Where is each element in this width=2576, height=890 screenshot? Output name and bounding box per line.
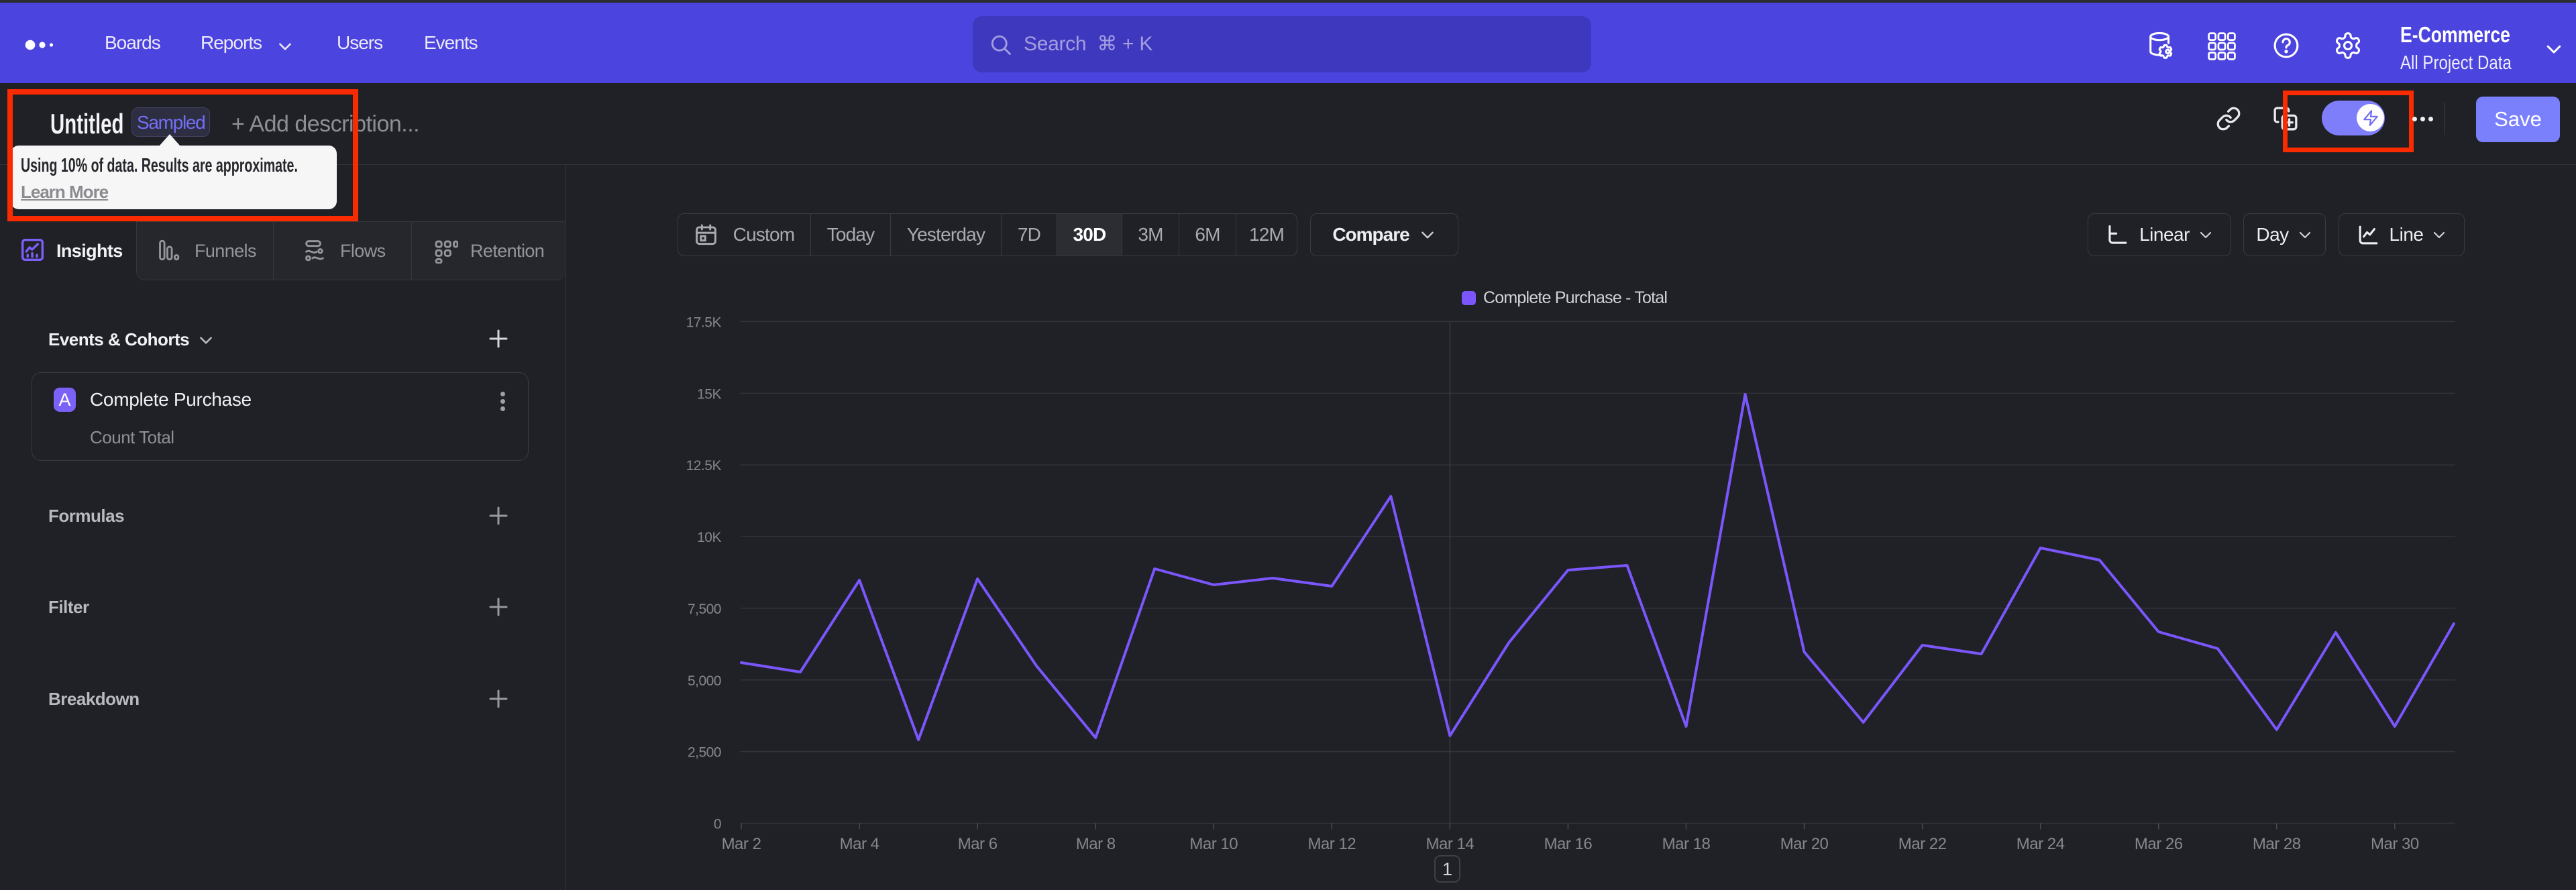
svg-text:7,500: 7,500 [688,602,721,617]
svg-text:Mar 28: Mar 28 [2253,835,2301,853]
svg-text:Mar 4: Mar 4 [840,835,879,853]
svg-text:Mar 30: Mar 30 [2371,835,2419,853]
svg-text:Mar 14: Mar 14 [1426,835,1474,853]
svg-text:0: 0 [714,817,721,832]
svg-text:Mar 18: Mar 18 [1662,835,1711,853]
svg-text:Mar 22: Mar 22 [1898,835,1947,853]
svg-text:Mar 10: Mar 10 [1189,835,1238,853]
svg-text:Mar 24: Mar 24 [2017,835,2065,853]
svg-text:Mar 26: Mar 26 [2135,835,2183,853]
svg-text:Mar 8: Mar 8 [1076,835,1116,853]
svg-text:5,000: 5,000 [688,673,721,689]
svg-text:Mar 12: Mar 12 [1307,835,1356,853]
svg-text:2,500: 2,500 [688,745,721,761]
svg-text:Mar 6: Mar 6 [958,835,998,853]
svg-text:10K: 10K [697,530,721,545]
svg-text:Mar 2: Mar 2 [722,835,761,853]
svg-text:17.5K: 17.5K [686,315,722,331]
svg-text:Mar 20: Mar 20 [1780,835,1829,853]
svg-text:15K: 15K [697,386,721,402]
svg-text:12.5K: 12.5K [686,458,722,474]
svg-text:Mar 16: Mar 16 [1544,835,1593,853]
